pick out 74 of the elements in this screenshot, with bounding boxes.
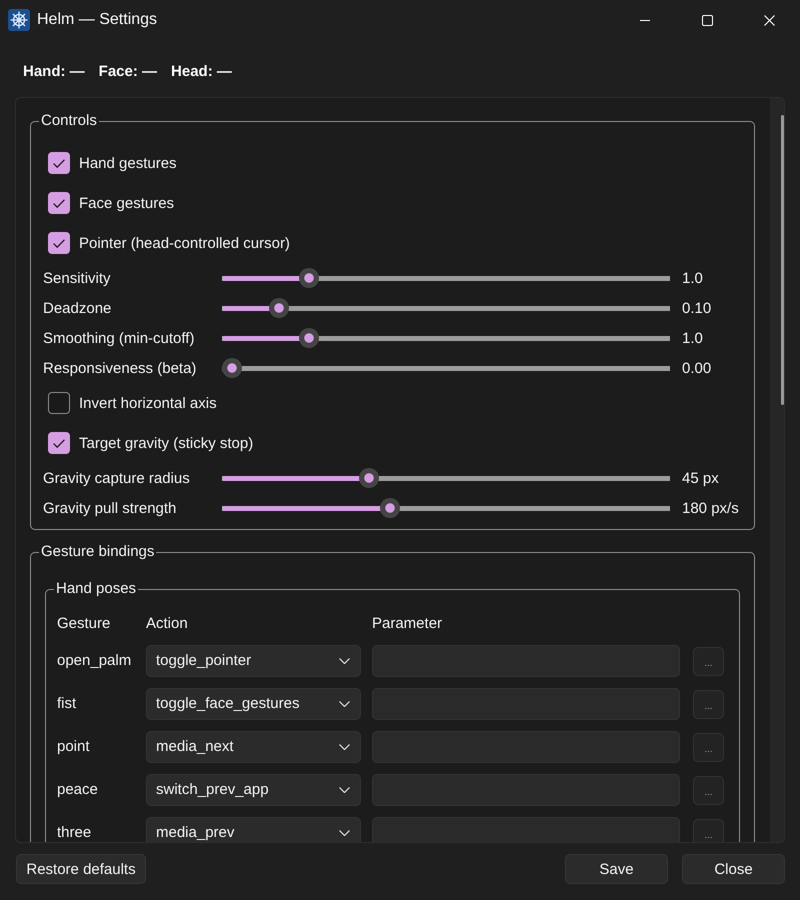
- group-title: Controls: [40, 111, 98, 131]
- slider-thumb[interactable]: [380, 498, 400, 518]
- checkbox[interactable]: [48, 432, 70, 454]
- ship-wheel-icon: [8, 9, 30, 31]
- scrollbar-thumb[interactable]: [781, 115, 784, 405]
- slider-label: Gravity pull strength: [43, 500, 178, 516]
- more-button[interactable]: ...: [693, 732, 724, 762]
- checkbox-label: Face gestures: [79, 194, 174, 212]
- action-dropdown[interactable]: media_prev: [146, 817, 361, 842]
- more-button[interactable]: ...: [693, 646, 724, 676]
- checkbox-label: Hand gestures: [79, 154, 177, 172]
- parameter-field[interactable]: [372, 645, 680, 677]
- checkbox[interactable]: [48, 232, 70, 254]
- slider-label: Sensitivity: [43, 270, 112, 286]
- slider-label: Deadzone: [43, 300, 112, 316]
- action-dropdown[interactable]: toggle_face_gestures: [146, 688, 361, 720]
- slider-thumb[interactable]: [222, 358, 242, 378]
- slider-value: 1.0: [682, 270, 703, 286]
- checkbox[interactable]: [48, 392, 70, 414]
- more-button[interactable]: ...: [693, 776, 724, 804]
- checkbox-label: Pointer (head-controlled cursor): [79, 234, 290, 252]
- status-label: Head: —: [171, 62, 232, 82]
- parameter-field[interactable]: [372, 774, 680, 806]
- slider-label: Responsiveness (beta): [43, 360, 198, 376]
- slider-label: Gravity capture radius: [43, 470, 191, 486]
- slider-label: Smoothing (min-cutoff): [43, 330, 196, 346]
- more-button[interactable]: ...: [693, 818, 724, 842]
- slider-value: 45 px: [682, 470, 719, 486]
- slider-value: 0.00: [682, 360, 712, 376]
- parameter-field[interactable]: [372, 731, 680, 763]
- slider-thumb[interactable]: [299, 268, 320, 288]
- slider-value: 1.0: [682, 330, 703, 346]
- checkbox-label: Invert horizontal axis: [79, 394, 217, 412]
- close-button[interactable]: Close: [682, 854, 785, 884]
- checkbox[interactable]: [48, 152, 70, 174]
- group-title: Hand poses: [55, 579, 138, 599]
- more-button[interactable]: ...: [693, 690, 724, 718]
- check-icon: [53, 158, 65, 168]
- check-icon: [53, 198, 65, 208]
- group-title: Gesture bindings: [40, 542, 156, 562]
- gesture-name: three: [57, 825, 92, 841]
- save-button[interactable]: Save: [565, 854, 668, 884]
- chevron-down-icon: [339, 701, 350, 707]
- chevron-down-icon: [339, 744, 350, 750]
- parameter-field[interactable]: [372, 688, 680, 720]
- chevron-down-icon: [339, 830, 350, 836]
- gesture-name: peace: [57, 782, 99, 798]
- gesture-name: fist: [57, 696, 78, 712]
- check-icon: [53, 238, 65, 248]
- window-title: Helm — Settings: [37, 11, 158, 29]
- column-header: Parameter: [372, 614, 444, 634]
- slider-thumb[interactable]: [299, 328, 320, 348]
- column-header: Action: [146, 614, 189, 634]
- slider-value: 180 px/s: [682, 500, 739, 516]
- check-icon: [53, 438, 65, 448]
- chevron-down-icon: [339, 787, 350, 793]
- parameter-field[interactable]: [372, 817, 680, 842]
- checkbox[interactable]: [48, 192, 70, 214]
- close-icon: [764, 14, 774, 26]
- checkbox-label: Target gravity (sticky stop): [79, 434, 254, 452]
- slider-value: 0.10: [682, 300, 712, 316]
- restore-defaults-button[interactable]: Restore defaults: [16, 854, 146, 884]
- gesture-name: point: [57, 739, 91, 755]
- status-label: Hand: —: [23, 62, 85, 82]
- action-dropdown[interactable]: switch_prev_app: [146, 774, 361, 806]
- maximize-icon: [702, 14, 712, 26]
- action-dropdown[interactable]: media_next: [146, 731, 361, 763]
- gesture-name: open_palm: [57, 653, 132, 669]
- slider-thumb[interactable]: [269, 298, 290, 318]
- action-dropdown[interactable]: toggle_pointer: [146, 645, 361, 677]
- column-header: Gesture: [57, 614, 112, 634]
- status-label: Face: —: [98, 62, 158, 82]
- chevron-down-icon: [339, 658, 350, 664]
- slider-thumb[interactable]: [358, 468, 379, 488]
